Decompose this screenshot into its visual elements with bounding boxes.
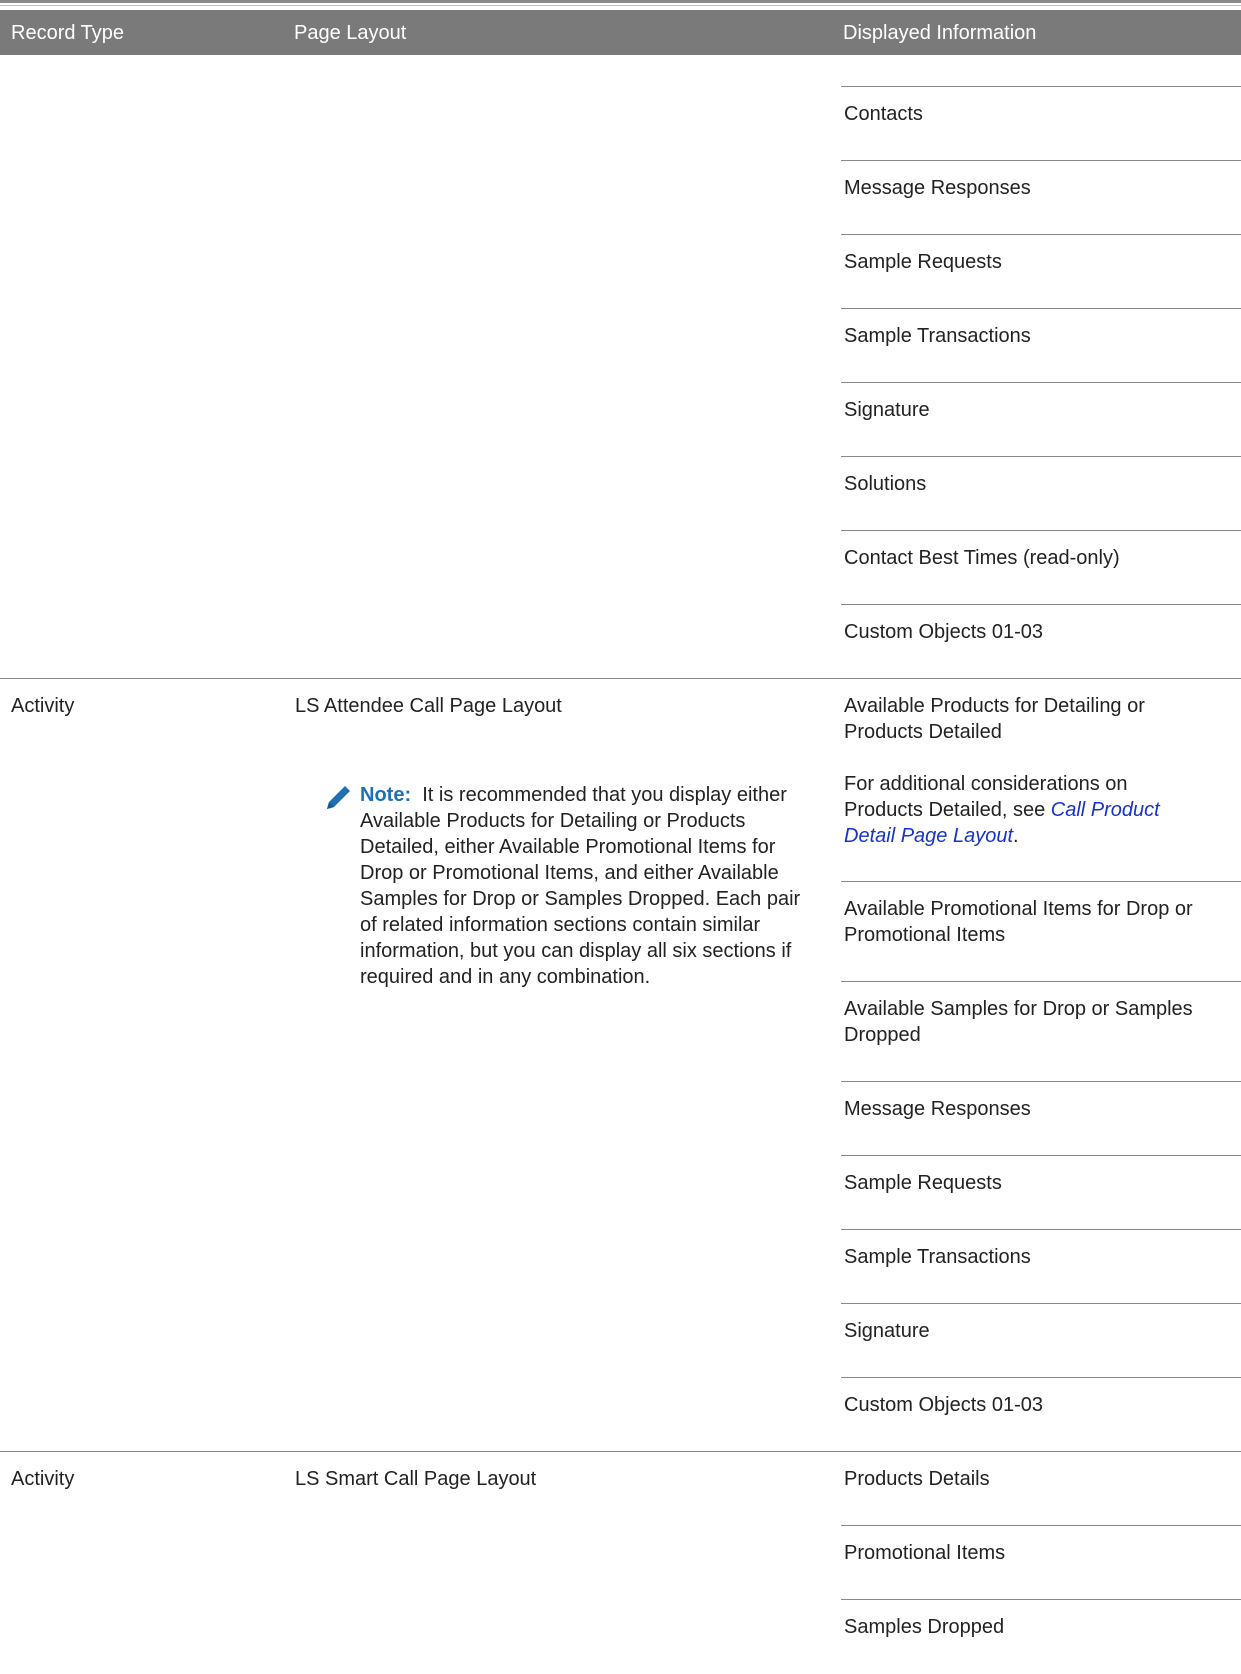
item-divider xyxy=(841,1599,1241,1600)
record-type-cell: Activity xyxy=(11,1468,75,1490)
list-item: Contact Best Times (read-only) xyxy=(844,547,1120,569)
list-item: Message Responses xyxy=(844,177,1031,199)
list-item: Custom Objects 01-03 xyxy=(844,621,1043,643)
list-item: Custom Objects 01-03 xyxy=(844,1394,1043,1416)
row-divider xyxy=(0,678,1241,679)
list-item: Contacts xyxy=(844,103,923,125)
item-divider xyxy=(841,1303,1241,1304)
item-divider xyxy=(841,456,1241,457)
item-divider xyxy=(841,604,1241,605)
list-item: Available Samples for Drop or Samples Dr… xyxy=(844,998,1193,1046)
list-item: Solutions xyxy=(844,473,927,495)
item-divider xyxy=(841,1377,1241,1378)
item-divider xyxy=(841,382,1241,383)
list-item: Available Promotional Items for Drop or … xyxy=(844,898,1193,946)
item-divider xyxy=(841,234,1241,235)
list-item-line: Available Products for Detailing or xyxy=(844,695,1145,717)
list-item: Products Details xyxy=(844,1468,990,1490)
page-layout-cell: LS Attendee Call Page Layout xyxy=(295,695,562,717)
item-divider xyxy=(841,308,1241,309)
pencil-icon xyxy=(323,782,353,812)
consideration-suffix: . xyxy=(1013,825,1019,847)
item-divider xyxy=(841,1525,1241,1526)
note-label: Note: xyxy=(360,784,412,806)
note-callout: Note: It is recommended that you display… xyxy=(360,782,820,990)
list-item: Available Products for Detailing or Prod… xyxy=(844,693,1224,745)
item-divider xyxy=(841,86,1241,87)
item-divider xyxy=(841,160,1241,161)
list-item: Sample Requests xyxy=(844,251,1002,273)
list-item: Message Responses xyxy=(844,1098,1031,1120)
table-header: Record Type Page Layout Displayed Inform… xyxy=(0,10,1241,55)
page-layout-cell: LS Smart Call Page Layout xyxy=(295,1468,537,1490)
list-item: Sample Transactions xyxy=(844,325,1031,347)
item-divider xyxy=(841,1155,1241,1156)
list-item: Signature xyxy=(844,1320,930,1342)
item-divider xyxy=(841,1229,1241,1230)
header-displayed-information: Displayed Information xyxy=(843,22,1037,44)
item-divider xyxy=(841,530,1241,531)
row-divider xyxy=(0,1451,1241,1452)
header-record-type: Record Type xyxy=(11,22,125,44)
item-divider xyxy=(841,881,1241,882)
item-divider xyxy=(841,981,1241,982)
top-rule-secondary xyxy=(0,5,1241,6)
list-item-line: Products Detailed xyxy=(844,721,1002,743)
list-item: Sample Transactions xyxy=(844,1246,1031,1268)
list-item-note: For additional considerations on Product… xyxy=(844,771,1209,849)
list-item: Promotional Items xyxy=(844,1542,1006,1564)
record-type-cell: Activity xyxy=(11,695,75,717)
list-item: Samples Dropped xyxy=(844,1616,1005,1638)
item-divider xyxy=(841,1081,1241,1082)
top-rule xyxy=(0,0,1241,3)
list-item: Signature xyxy=(844,399,930,421)
header-page-layout: Page Layout xyxy=(294,22,407,44)
list-item: Sample Requests xyxy=(844,1172,1002,1194)
note-text: It is recommended that you display eithe… xyxy=(360,784,801,988)
